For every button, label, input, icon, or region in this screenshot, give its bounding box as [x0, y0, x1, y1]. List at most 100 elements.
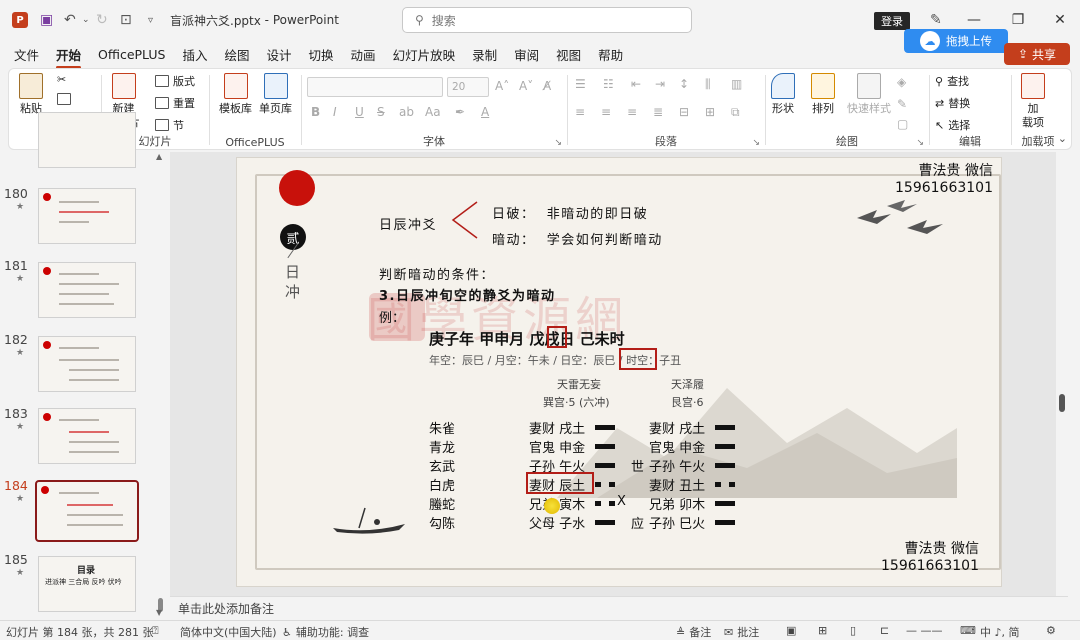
- single-page-library-button[interactable]: 单页库: [259, 73, 292, 116]
- shapes-button[interactable]: 形状: [771, 73, 795, 116]
- align-right-icon[interactable]: ≡: [627, 105, 637, 119]
- align-center-icon[interactable]: ≡: [601, 105, 611, 119]
- tab-slideshow[interactable]: 幻灯片放映: [393, 41, 456, 68]
- font-color-icon[interactable]: A: [481, 105, 489, 119]
- reading-view-icon[interactable]: ▯: [850, 624, 856, 637]
- bullets-icon[interactable]: ☰: [575, 77, 586, 91]
- layout-button[interactable]: 版式: [155, 73, 195, 89]
- shape-outline-icon[interactable]: ✎: [897, 97, 907, 111]
- editor-scroll-thumb[interactable]: [1059, 394, 1065, 412]
- underline-icon[interactable]: U: [355, 105, 364, 119]
- smartart-icon[interactable]: ⧉: [731, 105, 740, 120]
- scroll-up-icon[interactable]: ▲: [156, 152, 162, 161]
- paragraph-launcher-icon[interactable]: ↘: [752, 138, 760, 148]
- slide-thumbnail-183[interactable]: [38, 408, 136, 464]
- customize-qat-icon[interactable]: ▿: [148, 0, 153, 40]
- arrange-button[interactable]: 排列: [811, 73, 835, 116]
- distribute-icon[interactable]: ⊟: [679, 105, 689, 119]
- shape-effects-icon[interactable]: ▢: [897, 117, 908, 131]
- tab-home[interactable]: 开始: [56, 41, 82, 69]
- numbering-icon[interactable]: ☷: [603, 77, 614, 91]
- zoom-slider[interactable]: — ——: [906, 624, 946, 637]
- tab-transitions[interactable]: 切换: [309, 41, 334, 68]
- quick-styles-button[interactable]: 快速样式: [847, 73, 891, 116]
- tab-draw[interactable]: 绘图: [225, 41, 250, 68]
- slide-thumbnail-182[interactable]: [38, 336, 136, 392]
- italic-icon[interactable]: I: [333, 105, 337, 119]
- undo-icon[interactable]: ↶: [64, 0, 76, 40]
- slide-canvas[interactable]: 國學資源網 贰 日冲 曹法贵 微信 15961663101 日辰冲爻 日破： 非…: [236, 157, 1002, 587]
- tab-animations[interactable]: 动画: [351, 41, 376, 68]
- change-case-icon[interactable]: Aa: [425, 105, 441, 119]
- columns-icon[interactable]: ▥: [731, 77, 742, 91]
- clear-format-icon[interactable]: A̸: [543, 79, 551, 93]
- tab-file[interactable]: 文件: [14, 41, 39, 68]
- align-text-icon[interactable]: ⊞: [705, 105, 715, 119]
- drawing-launcher-icon[interactable]: ↘: [916, 138, 924, 148]
- replace-button[interactable]: ⇄ 替换: [935, 95, 970, 111]
- slide-thumbnails-panel[interactable]: 180 ★ 181 ★ 182 ★ 183 ★ 184 ★ 185 ★ 目录 进…: [0, 112, 170, 620]
- bold-icon[interactable]: B: [311, 105, 320, 119]
- app-icon[interactable]: P: [12, 0, 28, 40]
- login-button[interactable]: 登录: [874, 12, 910, 30]
- grow-font-icon[interactable]: A˄: [495, 79, 509, 93]
- scroll-down-icon[interactable]: ▼: [156, 608, 162, 617]
- slide-thumbnail-180[interactable]: [38, 188, 136, 244]
- redo-icon[interactable]: ↻: [96, 0, 108, 40]
- section-button[interactable]: 节: [155, 117, 184, 133]
- tab-review[interactable]: 审阅: [514, 41, 539, 68]
- shrink-font-icon[interactable]: A˅: [519, 79, 533, 93]
- strikethrough-icon[interactable]: S̶: [377, 105, 385, 119]
- tab-design[interactable]: 设计: [267, 41, 292, 68]
- template-library-button[interactable]: 模板库: [219, 73, 252, 116]
- share-button[interactable]: ⇪ 共享: [1004, 43, 1070, 65]
- search-input[interactable]: ⚲ 搜索: [402, 7, 692, 33]
- shape-fill-icon[interactable]: ◈: [897, 75, 906, 89]
- language-indicator[interactable]: 简体中文(中国大陆): [180, 624, 277, 640]
- increase-indent-icon[interactable]: ⇥: [655, 77, 665, 91]
- tab-record[interactable]: 录制: [472, 41, 497, 68]
- present-icon[interactable]: ⊡: [120, 0, 132, 40]
- comments-toggle[interactable]: ✉ 批注: [724, 624, 759, 640]
- decrease-indent-icon[interactable]: ⇤: [631, 77, 641, 91]
- normal-view-icon[interactable]: ▣: [786, 624, 796, 637]
- addins-button[interactable]: 加 载项: [1021, 73, 1045, 130]
- copy-button[interactable]: [57, 93, 71, 105]
- select-button[interactable]: ↖ 选择: [935, 117, 970, 133]
- font-name-combo[interactable]: [307, 77, 443, 97]
- spellcheck-icon[interactable]: ⍰: [152, 624, 159, 638]
- slide-thumbnail-184-selected[interactable]: [35, 480, 139, 542]
- slide-thumbnail[interactable]: [38, 112, 136, 168]
- slide-thumbnail-181[interactable]: [38, 262, 136, 318]
- tab-view[interactable]: 视图: [556, 41, 581, 68]
- text-direction-icon[interactable]: ⫼: [705, 77, 711, 92]
- align-left-icon[interactable]: ≡: [575, 105, 585, 119]
- line-spacing-icon[interactable]: ↕: [679, 77, 689, 91]
- reset-button[interactable]: 重置: [155, 95, 195, 111]
- slide-counter[interactable]: 幻灯片 第 184 张，共 281 张: [6, 624, 153, 640]
- justify-icon[interactable]: ≣: [653, 105, 663, 119]
- paste-button[interactable]: 粘贴: [19, 73, 43, 116]
- save-icon[interactable]: ▣: [40, 0, 53, 40]
- tab-officeplus[interactable]: OfficePLUS: [98, 43, 165, 66]
- accessibility-status[interactable]: ♿ 辅助功能: 调查: [282, 624, 369, 640]
- ime-indicator[interactable]: 中 ♪, 简: [980, 624, 1020, 640]
- char-spacing-icon[interactable]: ab: [399, 105, 414, 119]
- notes-pane[interactable]: 单击此处添加备注: [170, 596, 1068, 620]
- cut-button[interactable]: ✂: [57, 73, 66, 86]
- tab-help[interactable]: 帮助: [598, 41, 623, 68]
- close-icon[interactable]: ✕: [1042, 0, 1078, 40]
- find-button[interactable]: ⚲ 查找: [935, 73, 969, 89]
- editor-scrollbar[interactable]: [1056, 152, 1068, 596]
- upload-button[interactable]: ☁ 拖拽上传: [904, 29, 1008, 53]
- font-size-combo[interactable]: 20: [447, 77, 489, 97]
- notes-toggle[interactable]: ≜ 备注: [676, 624, 711, 640]
- collapse-ribbon-icon[interactable]: ⌄: [1058, 132, 1067, 145]
- slide-sorter-icon[interactable]: ⊞: [818, 624, 827, 637]
- tab-insert[interactable]: 插入: [182, 41, 207, 68]
- slide-thumbnail-185[interactable]: 目录 进派神 三合局 反吟 伏吟: [38, 556, 136, 612]
- highlight-icon[interactable]: ✒: [455, 105, 465, 119]
- undo-dropdown-icon[interactable]: ⌄: [82, 0, 90, 40]
- settings-icon[interactable]: ⚙: [1046, 624, 1056, 637]
- font-launcher-icon[interactable]: ↘: [554, 138, 562, 148]
